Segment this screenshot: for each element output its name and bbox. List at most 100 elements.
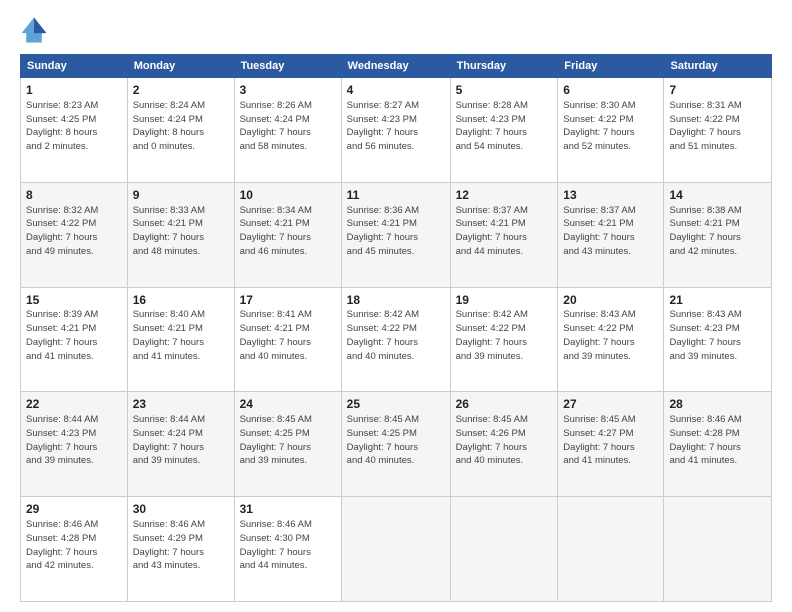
day-info: Sunrise: 8:24 AM Sunset: 4:24 PM Dayligh… [133,99,229,154]
day-info: Sunrise: 8:45 AM Sunset: 4:26 PM Dayligh… [456,413,553,468]
calendar-cell: 15Sunrise: 8:39 AM Sunset: 4:21 PM Dayli… [21,287,128,392]
day-info: Sunrise: 8:39 AM Sunset: 4:21 PM Dayligh… [26,308,122,363]
day-number: 8 [26,187,122,204]
day-number: 1 [26,82,122,99]
calendar-header: SundayMondayTuesdayWednesdayThursdayFrid… [21,55,772,78]
calendar-cell: 1Sunrise: 8:23 AM Sunset: 4:25 PM Daylig… [21,78,128,183]
day-info: Sunrise: 8:45 AM Sunset: 4:27 PM Dayligh… [563,413,658,468]
day-info: Sunrise: 8:37 AM Sunset: 4:21 PM Dayligh… [563,204,658,259]
day-number: 25 [347,396,445,413]
day-info: Sunrise: 8:33 AM Sunset: 4:21 PM Dayligh… [133,204,229,259]
calendar-cell [450,497,558,602]
header [20,16,772,44]
calendar-cell: 6Sunrise: 8:30 AM Sunset: 4:22 PM Daylig… [558,78,664,183]
calendar-cell: 8Sunrise: 8:32 AM Sunset: 4:22 PM Daylig… [21,182,128,287]
calendar-cell: 7Sunrise: 8:31 AM Sunset: 4:22 PM Daylig… [664,78,772,183]
calendar-cell: 27Sunrise: 8:45 AM Sunset: 4:27 PM Dayli… [558,392,664,497]
day-number: 6 [563,82,658,99]
calendar-cell: 26Sunrise: 8:45 AM Sunset: 4:26 PM Dayli… [450,392,558,497]
calendar-cell: 23Sunrise: 8:44 AM Sunset: 4:24 PM Dayli… [127,392,234,497]
day-info: Sunrise: 8:40 AM Sunset: 4:21 PM Dayligh… [133,308,229,363]
calendar-cell: 25Sunrise: 8:45 AM Sunset: 4:25 PM Dayli… [341,392,450,497]
day-number: 31 [240,501,336,518]
day-number: 20 [563,292,658,309]
week-row-5: 29Sunrise: 8:46 AM Sunset: 4:28 PM Dayli… [21,497,772,602]
day-number: 23 [133,396,229,413]
day-info: Sunrise: 8:38 AM Sunset: 4:21 PM Dayligh… [669,204,766,259]
day-info: Sunrise: 8:37 AM Sunset: 4:21 PM Dayligh… [456,204,553,259]
day-number: 5 [456,82,553,99]
day-info: Sunrise: 8:43 AM Sunset: 4:22 PM Dayligh… [563,308,658,363]
day-number: 3 [240,82,336,99]
day-info: Sunrise: 8:31 AM Sunset: 4:22 PM Dayligh… [669,99,766,154]
calendar-cell: 16Sunrise: 8:40 AM Sunset: 4:21 PM Dayli… [127,287,234,392]
calendar-cell: 13Sunrise: 8:37 AM Sunset: 4:21 PM Dayli… [558,182,664,287]
day-info: Sunrise: 8:46 AM Sunset: 4:29 PM Dayligh… [133,518,229,573]
calendar-cell: 10Sunrise: 8:34 AM Sunset: 4:21 PM Dayli… [234,182,341,287]
day-number: 29 [26,501,122,518]
calendar-cell: 4Sunrise: 8:27 AM Sunset: 4:23 PM Daylig… [341,78,450,183]
calendar-cell: 9Sunrise: 8:33 AM Sunset: 4:21 PM Daylig… [127,182,234,287]
calendar-cell [664,497,772,602]
day-info: Sunrise: 8:32 AM Sunset: 4:22 PM Dayligh… [26,204,122,259]
day-info: Sunrise: 8:45 AM Sunset: 4:25 PM Dayligh… [347,413,445,468]
calendar-cell [341,497,450,602]
day-header-monday: Monday [127,55,234,78]
day-info: Sunrise: 8:44 AM Sunset: 4:24 PM Dayligh… [133,413,229,468]
calendar-cell: 17Sunrise: 8:41 AM Sunset: 4:21 PM Dayli… [234,287,341,392]
day-header-tuesday: Tuesday [234,55,341,78]
calendar-cell: 30Sunrise: 8:46 AM Sunset: 4:29 PM Dayli… [127,497,234,602]
week-row-4: 22Sunrise: 8:44 AM Sunset: 4:23 PM Dayli… [21,392,772,497]
day-number: 15 [26,292,122,309]
day-header-saturday: Saturday [664,55,772,78]
day-header-friday: Friday [558,55,664,78]
day-info: Sunrise: 8:27 AM Sunset: 4:23 PM Dayligh… [347,99,445,154]
calendar-cell: 28Sunrise: 8:46 AM Sunset: 4:28 PM Dayli… [664,392,772,497]
calendar-cell: 24Sunrise: 8:45 AM Sunset: 4:25 PM Dayli… [234,392,341,497]
day-number: 27 [563,396,658,413]
calendar-cell: 11Sunrise: 8:36 AM Sunset: 4:21 PM Dayli… [341,182,450,287]
day-number: 30 [133,501,229,518]
day-info: Sunrise: 8:30 AM Sunset: 4:22 PM Dayligh… [563,99,658,154]
calendar-cell: 21Sunrise: 8:43 AM Sunset: 4:23 PM Dayli… [664,287,772,392]
day-info: Sunrise: 8:41 AM Sunset: 4:21 PM Dayligh… [240,308,336,363]
day-number: 22 [26,396,122,413]
calendar-cell: 31Sunrise: 8:46 AM Sunset: 4:30 PM Dayli… [234,497,341,602]
calendar-cell: 12Sunrise: 8:37 AM Sunset: 4:21 PM Dayli… [450,182,558,287]
week-row-2: 8Sunrise: 8:32 AM Sunset: 4:22 PM Daylig… [21,182,772,287]
day-number: 4 [347,82,445,99]
day-number: 19 [456,292,553,309]
calendar-cell: 29Sunrise: 8:46 AM Sunset: 4:28 PM Dayli… [21,497,128,602]
day-header-thursday: Thursday [450,55,558,78]
day-info: Sunrise: 8:44 AM Sunset: 4:23 PM Dayligh… [26,413,122,468]
day-info: Sunrise: 8:45 AM Sunset: 4:25 PM Dayligh… [240,413,336,468]
day-info: Sunrise: 8:34 AM Sunset: 4:21 PM Dayligh… [240,204,336,259]
day-number: 21 [669,292,766,309]
calendar-cell: 2Sunrise: 8:24 AM Sunset: 4:24 PM Daylig… [127,78,234,183]
day-number: 12 [456,187,553,204]
day-info: Sunrise: 8:42 AM Sunset: 4:22 PM Dayligh… [347,308,445,363]
calendar-cell [558,497,664,602]
calendar-cell: 14Sunrise: 8:38 AM Sunset: 4:21 PM Dayli… [664,182,772,287]
day-number: 2 [133,82,229,99]
week-row-1: 1Sunrise: 8:23 AM Sunset: 4:25 PM Daylig… [21,78,772,183]
day-info: Sunrise: 8:36 AM Sunset: 4:21 PM Dayligh… [347,204,445,259]
day-number: 17 [240,292,336,309]
calendar-body: 1Sunrise: 8:23 AM Sunset: 4:25 PM Daylig… [21,78,772,602]
logo [20,16,52,44]
day-header-sunday: Sunday [21,55,128,78]
day-number: 9 [133,187,229,204]
day-info: Sunrise: 8:43 AM Sunset: 4:23 PM Dayligh… [669,308,766,363]
calendar-cell: 3Sunrise: 8:26 AM Sunset: 4:24 PM Daylig… [234,78,341,183]
calendar-cell: 19Sunrise: 8:42 AM Sunset: 4:22 PM Dayli… [450,287,558,392]
day-info: Sunrise: 8:46 AM Sunset: 4:28 PM Dayligh… [669,413,766,468]
day-info: Sunrise: 8:46 AM Sunset: 4:30 PM Dayligh… [240,518,336,573]
header-row: SundayMondayTuesdayWednesdayThursdayFrid… [21,55,772,78]
week-row-3: 15Sunrise: 8:39 AM Sunset: 4:21 PM Dayli… [21,287,772,392]
day-number: 18 [347,292,445,309]
day-info: Sunrise: 8:23 AM Sunset: 4:25 PM Dayligh… [26,99,122,154]
logo-icon [20,16,48,44]
day-header-wednesday: Wednesday [341,55,450,78]
calendar-cell: 20Sunrise: 8:43 AM Sunset: 4:22 PM Dayli… [558,287,664,392]
day-number: 16 [133,292,229,309]
